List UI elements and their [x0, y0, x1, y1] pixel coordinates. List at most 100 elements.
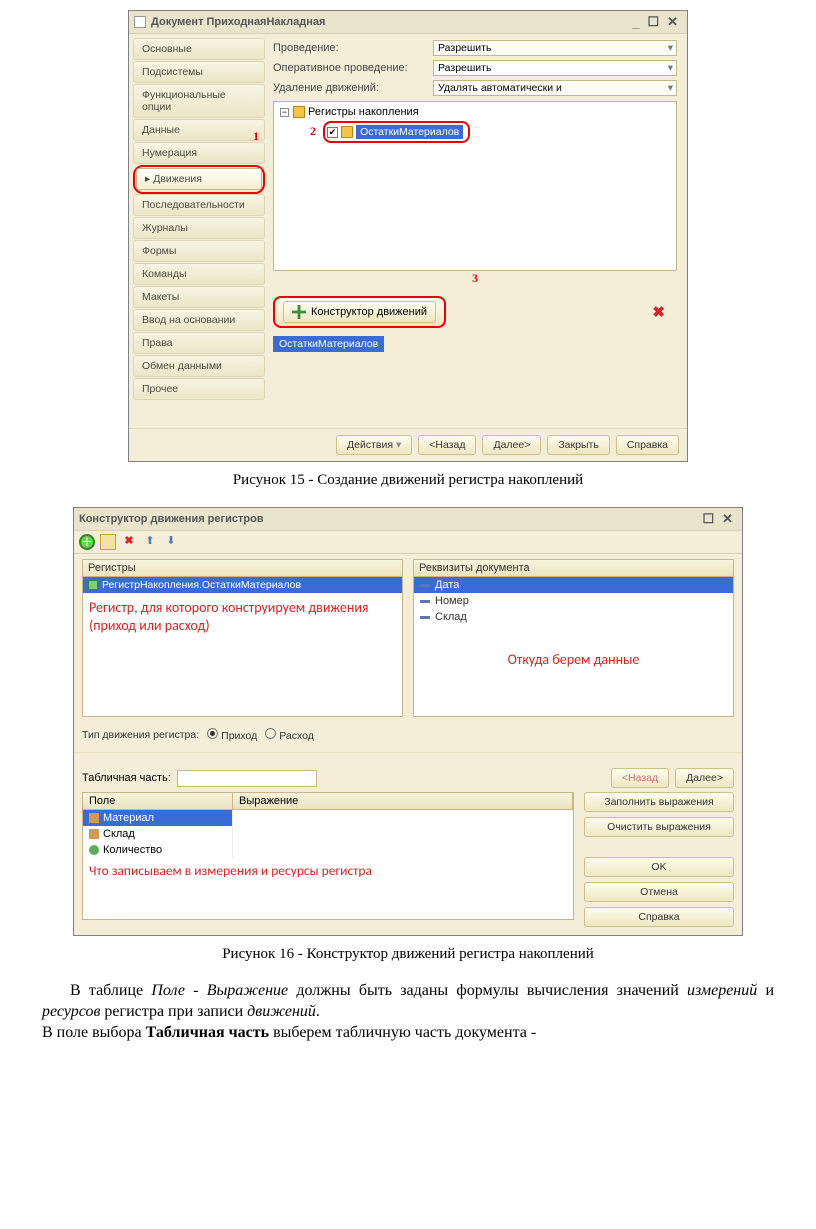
register-row-icon: [88, 580, 98, 590]
select-provedenie[interactable]: Разрешить: [433, 40, 677, 56]
cancel-button[interactable]: Отмена: [584, 882, 734, 902]
next-button[interactable]: Далее>: [482, 435, 541, 455]
label-provedenie: Проведение:: [273, 42, 433, 54]
close-button[interactable]: ✕: [663, 14, 682, 30]
register-icon: [341, 126, 353, 138]
add-icon[interactable]: [79, 534, 95, 550]
grid-row-sklad[interactable]: Склад: [83, 826, 573, 842]
constructor-button-label: Конструктор движений: [311, 306, 427, 318]
toolbar: ✖ ⬆ ⬇: [74, 531, 742, 554]
panel-registers-head: Регистры: [82, 559, 403, 577]
sidebar-item-prava[interactable]: Права: [133, 332, 265, 354]
delete-x-icon[interactable]: ✖: [640, 303, 677, 321]
label-oper-provedenie: Оперативное проведение:: [273, 62, 433, 74]
grid-header-vyrazhenie: Выражение: [233, 793, 573, 809]
selected-register-tab[interactable]: ОстаткиМатериалов: [273, 336, 384, 352]
movement-type-row: Тип движения регистра: Приход Расход: [74, 722, 742, 748]
grid-row-kolichestvo[interactable]: Количество: [83, 842, 573, 858]
back-button[interactable]: <Назад: [418, 435, 476, 455]
help-button[interactable]: Справка: [616, 435, 679, 455]
fill-expressions-button[interactable]: Заполнить выражения: [584, 792, 734, 812]
move-up-icon[interactable]: ⬆: [142, 534, 158, 550]
constructor-plus-icon: [292, 305, 306, 319]
clear-expressions-button[interactable]: Очистить выражения: [584, 817, 734, 837]
sidebar-item-func-options[interactable]: Функциональные опции: [133, 84, 265, 118]
sidebar-item-komandy[interactable]: Команды: [133, 263, 265, 285]
caption-fig16: Рисунок 16 - Конструктор движений регист…: [20, 946, 796, 963]
annotation-attr-note: Откуда берем данные: [414, 645, 733, 669]
titlebar-fig15: Документ ПриходнаяНакладная _ ☐ ✕: [129, 11, 687, 34]
attr-icon: [420, 616, 430, 619]
move-down-icon[interactable]: ⬇: [163, 534, 179, 550]
document-body-text: В таблице Поле - Выражение должны быть з…: [42, 981, 774, 1043]
register-row-label: РегистрНакопления.ОстаткиМатериалов: [102, 579, 301, 591]
sidebar-item-numeratsiya[interactable]: Нумерация: [133, 142, 265, 164]
help-button-2[interactable]: Справка: [584, 907, 734, 927]
actions-button[interactable]: Действия: [336, 435, 412, 455]
window-title: Документ ПриходнаяНакладная: [151, 16, 325, 28]
copy-icon[interactable]: [100, 534, 116, 550]
ok-button[interactable]: OK: [584, 857, 734, 877]
attr-row-nomer[interactable]: Номер: [414, 593, 733, 609]
tree-collapse-icon[interactable]: −: [280, 108, 289, 117]
radio-rashod[interactable]: Расход: [265, 728, 314, 742]
window-title-fig16: Конструктор движения регистров: [79, 513, 264, 525]
sidebar-item-makety[interactable]: Макеты: [133, 286, 265, 308]
panel-attributes: Реквизиты документа Дата Номер Склад Отк…: [413, 559, 734, 717]
radio-prihod[interactable]: Приход: [207, 728, 257, 742]
delete-icon[interactable]: ✖: [121, 534, 137, 550]
grid-row-material[interactable]: Материал: [83, 810, 573, 826]
fields-grid: Поле Выражение Материал Склад Количество…: [82, 792, 574, 927]
attr-row-sklad[interactable]: Склад: [414, 609, 733, 625]
tree-registers[interactable]: − Регистры накопления 2 ✔ ОстаткиМатериа…: [273, 101, 677, 271]
maximize-button[interactable]: ☐: [698, 511, 718, 527]
annotation-3: 3: [472, 271, 478, 285]
checkbox-ostatki[interactable]: ✔: [327, 127, 338, 138]
window-fig16: Конструктор движения регистров ☐ ✕ ✖ ⬆ ⬇…: [73, 507, 743, 936]
sidebar-item-dannye[interactable]: Данные: [133, 119, 265, 141]
movement-type-label: Тип движения регистра:: [82, 729, 199, 741]
grid-header-pole: Поле: [83, 793, 233, 809]
sidebar-item-dvizheniya[interactable]: Движения: [136, 168, 262, 190]
sidebar-item-obmen[interactable]: Обмен данными: [133, 355, 265, 377]
sidebar-item-formy[interactable]: Формы: [133, 240, 265, 262]
window-fig15: Документ ПриходнаяНакладная _ ☐ ✕ Основн…: [128, 10, 688, 462]
attr-icon: [420, 584, 430, 587]
tab-part-select[interactable]: [177, 770, 317, 787]
close-wizard-button[interactable]: Закрыть: [547, 435, 609, 455]
select-udalenie[interactable]: Удалять автоматически и: [433, 80, 677, 96]
minimize-button[interactable]: _: [628, 15, 643, 30]
close-button[interactable]: ✕: [718, 511, 737, 527]
sidebar-item-posled[interactable]: Последовательности: [133, 194, 265, 216]
tree-root-label: Регистры накопления: [308, 106, 419, 118]
next-button-2[interactable]: Далее>: [675, 768, 734, 788]
app-icon: [134, 16, 146, 28]
tab-part-label: Табличная часть:: [82, 772, 171, 784]
footer-fig15: Действия <Назад Далее> Закрыть Справка: [129, 428, 687, 461]
annotation-1: 1: [253, 129, 259, 144]
caption-fig15: Рисунок 15 - Создание движений регистра …: [20, 472, 796, 489]
sidebar-item-osnovnye[interactable]: Основные: [133, 38, 265, 60]
annotation-register-note: Регистр, для которого конструируем движе…: [83, 593, 402, 634]
attr-row-data[interactable]: Дата: [414, 577, 733, 593]
back-button-2[interactable]: <Назад: [611, 768, 669, 788]
resource-icon: [89, 845, 99, 855]
sidebar-item-zhurnaly[interactable]: Журналы: [133, 217, 265, 239]
sidebar-item-podsistemy[interactable]: Подсистемы: [133, 61, 265, 83]
folder-icon: [293, 106, 305, 118]
annotation-2: 2: [310, 124, 316, 138]
dimension-icon: [89, 813, 99, 823]
sidebar-item-vvod[interactable]: Ввод на основании: [133, 309, 265, 331]
sidebar: Основные Подсистемы Функциональные опции…: [129, 34, 269, 428]
attr-icon: [420, 600, 430, 603]
tree-child-label[interactable]: ОстаткиМатериалов: [356, 125, 463, 139]
label-udalenie: Удаление движений:: [273, 82, 433, 94]
annotation-box-2: ✔ ОстаткиМатериалов: [323, 121, 470, 143]
annotation-box-3: Конструктор движений: [273, 296, 446, 328]
register-row[interactable]: РегистрНакопления.ОстаткиМатериалов: [83, 577, 402, 593]
maximize-button[interactable]: ☐: [643, 14, 663, 30]
sidebar-item-prochee[interactable]: Прочее: [133, 378, 265, 400]
select-oper-provedenie[interactable]: Разрешить: [433, 60, 677, 76]
main-pane: Проведение: Разрешить Оперативное провед…: [269, 34, 687, 428]
constructor-button[interactable]: Конструктор движений: [283, 301, 436, 323]
